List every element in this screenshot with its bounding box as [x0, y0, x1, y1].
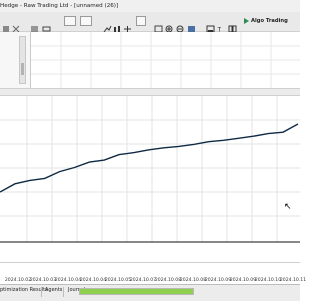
algo-play-icon	[244, 18, 249, 24]
x-tick-label: 2024.10.02	[4, 278, 32, 283]
window-titlebar: Hedge - Raw Trading Ltd - [unnamed (26)]	[0, 0, 300, 12]
navigator-scrollbar[interactable]	[19, 36, 26, 84]
section-band	[0, 88, 300, 96]
x-tick-label: 2024.10.11	[279, 278, 307, 283]
optimization-progress-fill	[80, 289, 193, 294]
top-grid-panel	[31, 32, 300, 88]
window-title: Hedge - Raw Trading Ltd - [unnamed (26)]	[0, 3, 119, 9]
main-toolbar: T Algo Trading	[0, 12, 300, 34]
x-tick-label: 2024.10.08	[179, 278, 207, 283]
timeframe-box[interactable]	[64, 16, 76, 26]
top-grid-lines	[31, 32, 300, 88]
tab-agents[interactable]: Agents	[45, 287, 62, 293]
x-tick-label: 2024.10.09	[229, 278, 257, 283]
x-tick-label: 2024.10.07	[129, 278, 157, 283]
x-tick-label: 2024.10.03	[29, 278, 57, 283]
equity-line	[0, 123, 299, 193]
tab-separator	[63, 287, 64, 297]
x-tick-label: 2024.10.10	[254, 278, 282, 283]
x-tick-label: 2024.10.09	[204, 278, 232, 283]
x-axis: 2024.10.02 2024.10.03 2024.10.04 2024.10.04…	[0, 262, 306, 285]
x-tick-label: 2024.10.05	[104, 278, 132, 283]
chart-mode-box[interactable]	[136, 16, 146, 26]
x-tick-label: 2024.10.08	[154, 278, 182, 283]
x-tick-label: 2024.10.04	[79, 278, 107, 283]
tab-separator	[41, 287, 42, 297]
symbol-box[interactable]	[80, 16, 92, 26]
bottom-tabs: ptimization Results Agents Journal	[0, 284, 300, 301]
equity-chart	[0, 96, 300, 262]
x-tick-label: 2024.10.04	[54, 278, 82, 283]
navigator-panel	[0, 32, 31, 88]
algo-trading-label: Algo Trading	[251, 18, 288, 24]
algo-trading-button[interactable]: Algo Trading	[244, 16, 288, 26]
mouse-cursor-icon: ↖	[284, 202, 292, 212]
navigator-scrollbar-thumb[interactable]	[21, 63, 24, 75]
optimization-progress-bar	[79, 288, 194, 295]
equity-chart-svg	[0, 96, 300, 243]
